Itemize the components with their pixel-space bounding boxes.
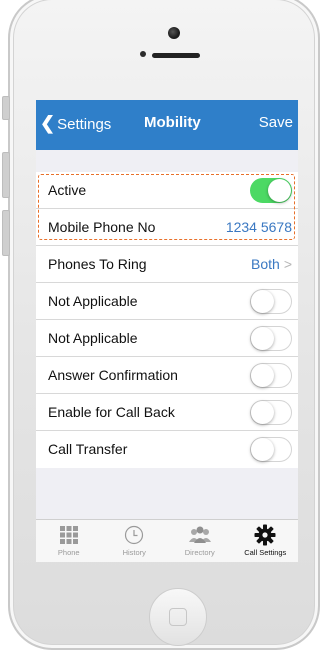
back-label: Settings (57, 116, 112, 133)
save-button[interactable]: Save (259, 114, 293, 131)
chevron-left-icon: ❮ (40, 113, 56, 133)
back-button[interactable]: ❮ Settings (40, 113, 111, 134)
tab-directory[interactable]: Directory (167, 520, 233, 562)
row-mobile-phone-no[interactable]: Mobile Phone No 1234 5678 (36, 209, 298, 246)
row-not-applicable-1[interactable]: Not Applicable (36, 283, 298, 320)
row-label: Not Applicable (48, 330, 138, 346)
toggle-knob (251, 290, 274, 313)
toggle-knob (251, 364, 274, 387)
row-label: Call Transfer (48, 441, 128, 457)
chevron-right-icon: > (283, 256, 292, 272)
tab-bar: Phone History Directory Call Settings (36, 519, 298, 562)
row-answer-confirmation[interactable]: Answer Confirmation (36, 357, 298, 394)
row-label: Enable for Call Back (48, 404, 175, 420)
row-active[interactable]: Active (36, 172, 298, 209)
settings-list: Active Mobile Phone No 1234 5678 Phones … (36, 172, 298, 468)
gear-icon (233, 523, 299, 547)
people-icon (167, 523, 233, 547)
page-title: Mobility (144, 114, 201, 131)
not-applicable-toggle-1[interactable] (250, 289, 292, 314)
mute-switch[interactable] (2, 96, 10, 120)
active-toggle[interactable] (250, 178, 292, 203)
tab-phone[interactable]: Phone (36, 520, 102, 562)
sensor-icon (140, 51, 146, 57)
tab-call-settings[interactable]: Call Settings (233, 520, 299, 562)
call-transfer-toggle[interactable] (250, 437, 292, 462)
row-label: Mobile Phone No (48, 219, 156, 235)
keypad-icon (36, 523, 102, 547)
phones-to-ring-text: Both (251, 256, 280, 272)
tab-label: Call Settings (244, 548, 287, 557)
row-not-applicable-2[interactable]: Not Applicable (36, 320, 298, 357)
toggle-knob (268, 179, 291, 202)
tab-history[interactable]: History (102, 520, 168, 562)
toggle-knob (251, 438, 274, 461)
row-label: Answer Confirmation (48, 367, 178, 383)
app-screen: ❮ Settings Mobility Save Active Mobile Ph… (36, 100, 298, 562)
mobile-phone-number-value[interactable]: 1234 5678 (226, 219, 292, 235)
answer-confirmation-toggle[interactable] (250, 363, 292, 388)
row-label: Not Applicable (48, 293, 138, 309)
tab-label: Directory (184, 548, 215, 557)
tab-label: Phone (57, 548, 80, 557)
tab-label: History (122, 548, 146, 557)
volume-up-button[interactable] (2, 152, 10, 198)
home-button[interactable] (149, 588, 207, 646)
phones-to-ring-value: Both > (251, 256, 292, 272)
camera-icon (168, 27, 180, 39)
clock-icon (102, 523, 168, 547)
speaker-grille (152, 53, 200, 58)
row-enable-call-back[interactable]: Enable for Call Back (36, 394, 298, 431)
row-call-transfer[interactable]: Call Transfer (36, 431, 298, 468)
not-applicable-toggle-2[interactable] (250, 326, 292, 351)
volume-down-button[interactable] (2, 210, 10, 256)
row-phones-to-ring[interactable]: Phones To Ring Both > (36, 246, 298, 283)
toggle-knob (251, 327, 274, 350)
row-label: Active (48, 182, 87, 198)
toggle-knob (251, 401, 274, 424)
row-label: Phones To Ring (48, 256, 147, 272)
navigation-bar: ❮ Settings Mobility Save (36, 100, 298, 150)
enable-call-back-toggle[interactable] (250, 400, 292, 425)
home-square-icon (169, 608, 187, 626)
